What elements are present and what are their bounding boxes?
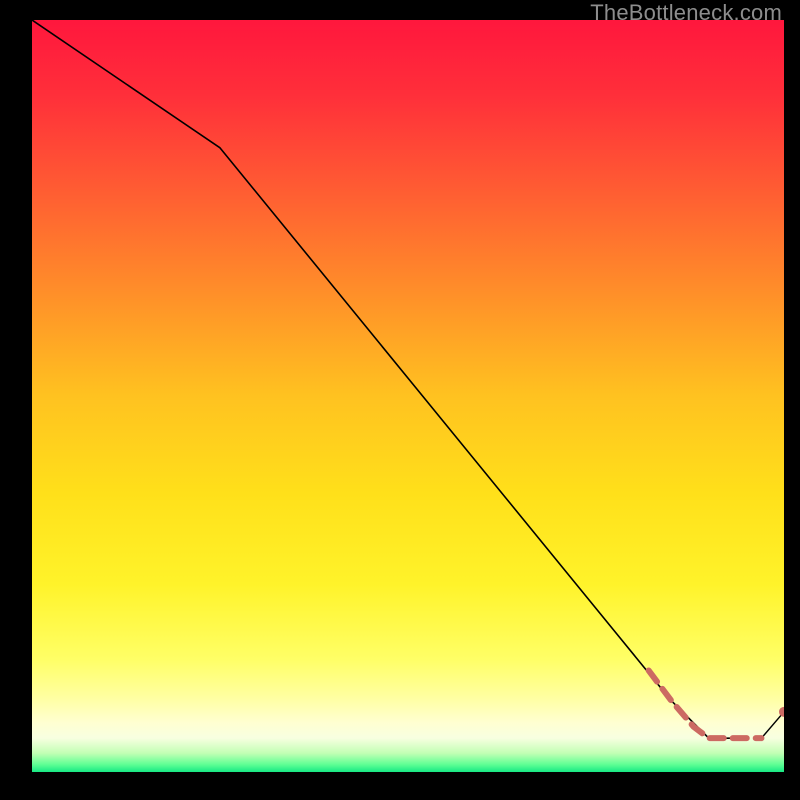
- end-point-marker: [779, 707, 784, 717]
- main-curve-line: [32, 20, 746, 738]
- highlighted-dashed-line: [649, 670, 762, 738]
- chart-svg: [32, 20, 784, 772]
- tail-upturn-line: [761, 712, 784, 738]
- chart-frame: TheBottleneck.com: [0, 0, 800, 800]
- chart-plot-area: [32, 20, 784, 772]
